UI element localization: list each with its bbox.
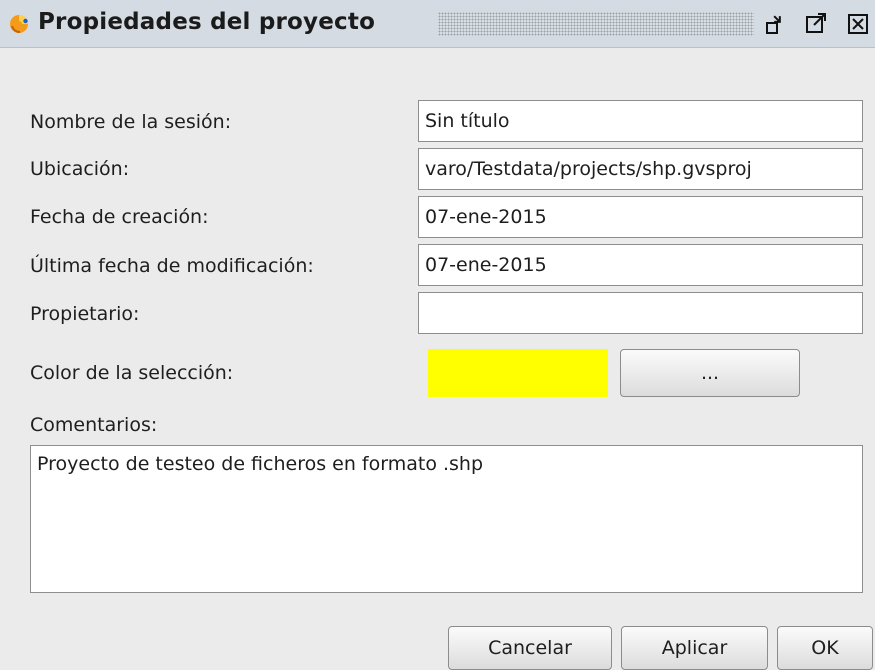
modification-date-field[interactable]: 07-ene-2015 (418, 244, 863, 286)
comments-textarea[interactable]: Proyecto de testeo de ficheros en format… (30, 445, 863, 593)
comments-label: Comentarios: (30, 414, 158, 436)
creation-date-label: Fecha de creación: (30, 206, 209, 228)
close-icon[interactable] (846, 11, 872, 37)
selection-color-label: Color de la selección: (30, 362, 234, 384)
title-bar[interactable]: Propiedades del proyecto (0, 0, 875, 48)
owner-field[interactable] (418, 292, 863, 334)
session-name-label: Nombre de la sesión: (30, 111, 232, 133)
owner-label: Propietario: (30, 303, 140, 325)
cancel-button[interactable]: Cancelar (448, 626, 612, 670)
selection-color-swatch[interactable] (428, 349, 608, 397)
location-value: varo/Testdata/projects/shp.gvsproj (425, 158, 752, 180)
location-field[interactable]: varo/Testdata/projects/shp.gvsproj (418, 148, 863, 190)
app-logo-icon (10, 15, 28, 33)
choose-color-button[interactable]: ... (620, 349, 800, 397)
title-drag-area[interactable] (438, 12, 754, 36)
minimize-icon[interactable] (764, 11, 790, 37)
apply-button[interactable]: Aplicar (621, 626, 768, 670)
location-label: Ubicación: (30, 158, 130, 180)
ok-button[interactable]: OK (777, 626, 873, 670)
modification-date-label: Última fecha de modificación: (30, 255, 314, 277)
creation-date-field[interactable]: 07-ene-2015 (418, 196, 863, 238)
maximize-icon[interactable] (804, 11, 830, 37)
window-title: Propiedades del proyecto (38, 9, 376, 35)
session-name-field[interactable]: Sin título (418, 100, 863, 142)
